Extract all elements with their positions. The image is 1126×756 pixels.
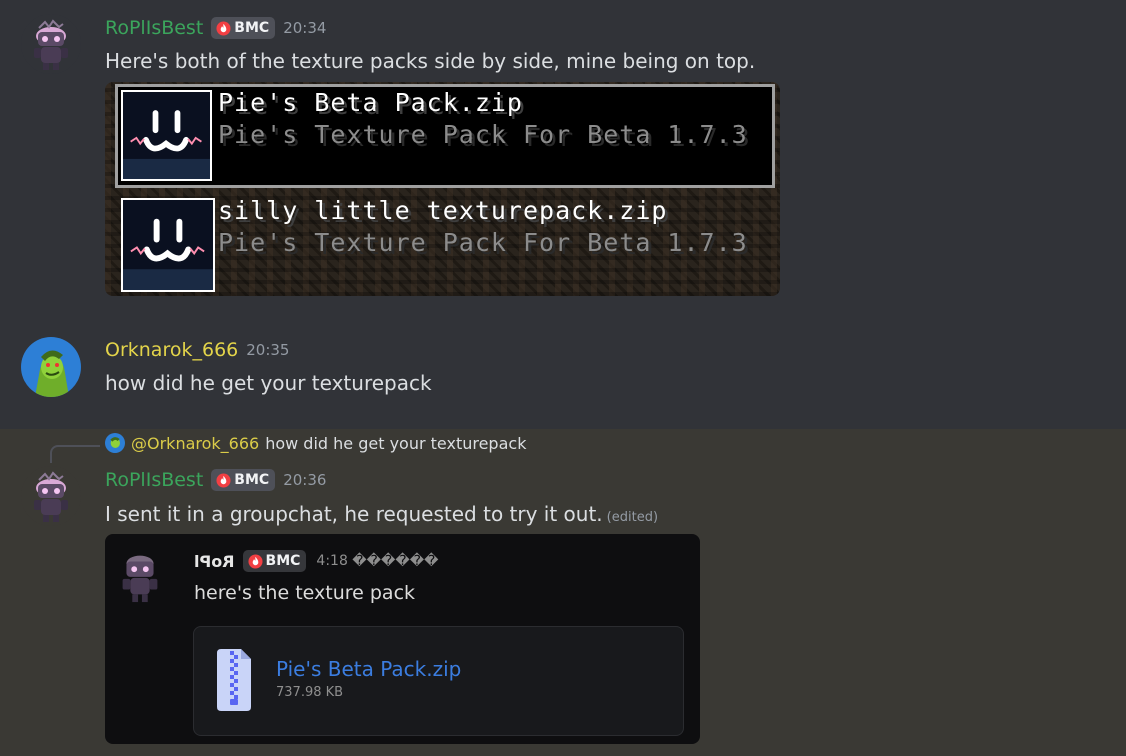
pack-description: Pie's Texture Pack For Beta 1.7.3 [218,228,748,257]
badge-label: BMC [234,20,270,36]
username[interactable]: RoPlIsBest [105,17,203,39]
pack-entry-selected: Pie's Beta Pack.zip Pie's Texture Pack F… [115,84,775,188]
avatar-robot-icon[interactable] [21,466,81,526]
pack-title: silly little texturepack.zip [218,196,668,225]
pack-icon [121,198,215,292]
pack-icon [121,90,212,181]
embed-avatar-icon [111,546,169,604]
file-name: Pie's Beta Pack.zip [276,657,462,681]
bmc-badge[interactable]: BMC [211,17,276,39]
embed-timestamp: 4:18 ������ [316,553,439,569]
message-header: Orknarok_666 20:35 [105,339,289,361]
reply-reference[interactable]: @Orknarok_666 how did he get your textur… [105,433,526,453]
pack-entry: silly little texturepack.zip Pie's Textu… [115,192,775,296]
flame-badge-icon [216,20,231,36]
timestamp[interactable]: 20:35 [246,341,289,359]
username[interactable]: RoPlIsBest [105,469,203,491]
message-header: RoPlIsBest BMC 20:36 [105,469,326,491]
message-text: I sent it in a groupchat, he requested t… [105,502,658,526]
embed-bmc-badge: BMC [242,550,307,572]
avatar-robot-icon[interactable] [21,14,81,74]
timestamp[interactable]: 20:36 [283,471,326,489]
reply-text[interactable]: how did he get your texturepack [265,434,526,453]
reply-avatar-icon [105,433,125,453]
zip-file-icon [217,649,251,711]
embed-header: RoPl BMC 4:18 ������ [194,550,438,572]
message-header: RoPlIsBest BMC 20:34 [105,17,326,39]
pack-description: Pie's Texture Pack For Beta 1.7.3 [218,120,748,149]
file-attachment: Pie's Beta Pack.zip 737.98 KB [193,626,684,736]
edited-marker: (edited) [606,510,659,525]
image-attachment-screenshot[interactable]: RoPl BMC 4:18 ������ here's the texture … [105,534,700,744]
bmc-badge[interactable]: BMC [211,469,276,491]
embed-username: RoPl [194,551,235,571]
timestamp[interactable]: 20:34 [283,19,326,37]
badge-label: BMC [234,472,270,488]
message-body: I sent it in a groupchat, he requested t… [105,502,603,526]
image-attachment[interactable]: Pie's Beta Pack.zip Pie's Texture Pack F… [105,82,780,296]
avatar-grinch-icon[interactable] [21,337,81,397]
flame-badge-icon [216,472,231,488]
message-text: Here's both of the texture packs side by… [105,49,756,73]
embed-message-text: here's the texture pack [194,582,416,604]
message-text: how did he get your texturepack [105,371,432,395]
pack-title: Pie's Beta Pack.zip [218,88,523,117]
reply-mention[interactable]: @Orknarok_666 [131,434,259,453]
badge-label: BMC [265,553,301,569]
file-size: 737.98 KB [276,685,344,700]
reply-spine [50,445,100,463]
flame-badge-icon [248,553,263,569]
username[interactable]: Orknarok_666 [105,339,238,361]
